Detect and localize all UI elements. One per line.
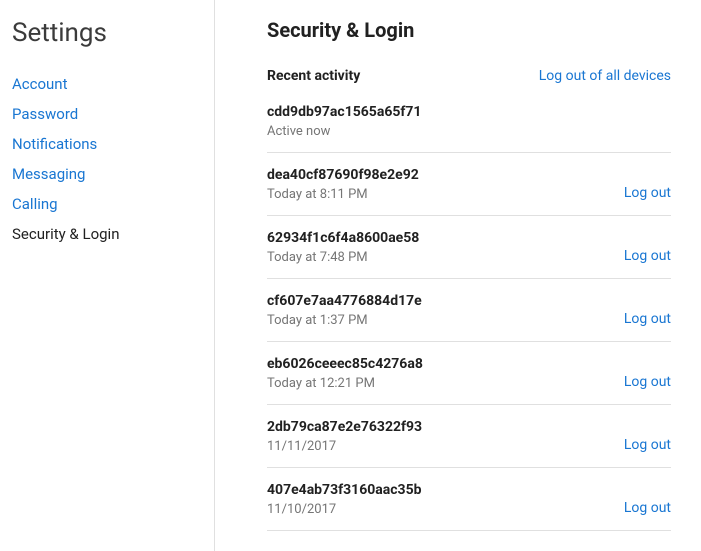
session-logout-link[interactable]: Log out <box>624 374 671 391</box>
session-id: 2db79ca87e2e76322f93 <box>267 419 422 435</box>
session-status: Today at 8:11 PM <box>267 187 419 202</box>
session-id: 407e4ab73f3160aac35b <box>267 482 421 498</box>
session-id: cdd9db97ac1565a65f71 <box>267 104 421 120</box>
sidebar-title: Settings <box>12 18 194 48</box>
session-info: cf607e7aa4776884d17e Today at 1:37 PM <box>267 293 422 328</box>
session-id: eb6026ceeec85c4276a8 <box>267 356 423 372</box>
session-row: dea40cf87690f98e2e92 Today at 8:11 PM Log … <box>267 153 671 216</box>
main-content: Security & Login Recent activity Log out… <box>215 0 701 551</box>
session-status: Active now <box>267 124 421 139</box>
sidebar-item-messaging[interactable]: Messaging <box>12 164 194 185</box>
sidebar-item-password[interactable]: Password <box>12 104 194 125</box>
sidebar-item-account[interactable]: Account <box>12 74 194 95</box>
page-title: Security & Login <box>267 18 671 42</box>
session-list: cdd9db97ac1565a65f71 Active now dea40cf876… <box>267 102 671 531</box>
settings-sidebar: Settings Account Password Notifications Mes… <box>0 0 215 551</box>
session-status: Today at 12:21 PM <box>267 376 423 391</box>
session-logout-link[interactable]: Log out <box>624 311 671 328</box>
session-info: eb6026ceeec85c4276a8 Today at 12:21 PM <box>267 356 423 391</box>
session-row: eb6026ceeec85c4276a8 Today at 12:21 PM Log… <box>267 342 671 405</box>
session-info: 2db79ca87e2e76322f93 11/11/2017 <box>267 419 422 454</box>
session-info: dea40cf87690f98e2e92 Today at 8:11 PM <box>267 167 419 202</box>
recent-activity-label: Recent activity <box>267 68 360 84</box>
session-info: 407e4ab73f3160aac35b 11/10/2017 <box>267 482 421 517</box>
nav-list: Account Password Notifications Messaging Cal… <box>12 74 194 245</box>
session-logout-link[interactable]: Log out <box>624 500 671 517</box>
session-info: cdd9db97ac1565a65f71 Active now <box>267 104 421 139</box>
sidebar-item-notifications[interactable]: Notifications <box>12 134 194 155</box>
session-status: Today at 7:48 PM <box>267 250 419 265</box>
session-logout-link[interactable]: Log out <box>624 185 671 202</box>
session-info: 62934f1c6f4a8600ae58 Today at 7:48 PM <box>267 230 419 265</box>
session-row: 2db79ca87e2e76322f93 11/11/2017 Log out <box>267 405 671 468</box>
session-status: 11/10/2017 <box>267 502 421 517</box>
session-row: cdd9db97ac1565a65f71 Active now <box>267 102 671 153</box>
logout-all-devices-link[interactable]: Log out of all devices <box>539 68 671 84</box>
section-header: Recent activity Log out of all devices <box>267 68 671 84</box>
session-logout-link[interactable]: Log out <box>624 437 671 454</box>
session-row: 62934f1c6f4a8600ae58 Today at 7:48 PM Log … <box>267 216 671 279</box>
session-id: dea40cf87690f98e2e92 <box>267 167 419 183</box>
session-logout-link[interactable]: Log out <box>624 248 671 265</box>
session-status: 11/11/2017 <box>267 439 422 454</box>
sidebar-item-security-login: Security & Login <box>12 224 194 245</box>
session-status: Today at 1:37 PM <box>267 313 422 328</box>
session-row: 407e4ab73f3160aac35b 11/10/2017 Log out <box>267 468 671 531</box>
session-id: 62934f1c6f4a8600ae58 <box>267 230 419 246</box>
session-row: cf607e7aa4776884d17e Today at 1:37 PM Log … <box>267 279 671 342</box>
sidebar-item-calling[interactable]: Calling <box>12 194 194 215</box>
session-id: cf607e7aa4776884d17e <box>267 293 422 309</box>
